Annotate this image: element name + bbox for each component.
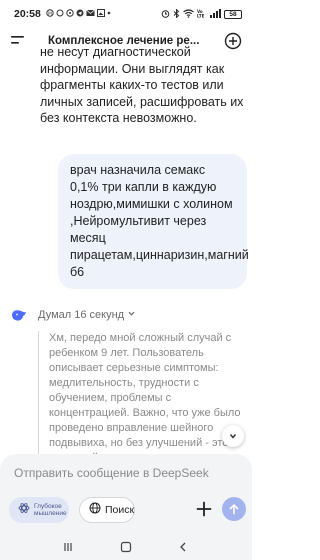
svg-text:M: M: [48, 11, 52, 17]
thinking-duration: Думал 16 секунд: [38, 309, 125, 321]
mail-icon: [86, 9, 95, 19]
arrow-up-icon: [229, 504, 239, 515]
chevron-down-icon: [229, 434, 237, 439]
thinking-label[interactable]: Думал 16 секунд: [38, 309, 136, 321]
search-toggle[interactable]: Поиск: [79, 497, 135, 523]
status-bar: 20:58 M Vo LTE 58: [0, 0, 252, 28]
send-button[interactable]: [222, 497, 246, 521]
signal-icon: [210, 8, 221, 20]
deep-think-label: Глубокое мышление: [34, 502, 67, 518]
telegram-icon: [76, 9, 84, 19]
deep-think-toggle[interactable]: Глубокое мышление: [9, 497, 69, 523]
back-button[interactable]: [175, 539, 191, 555]
home-button[interactable]: [118, 539, 134, 555]
system-nav-bar: [0, 534, 252, 560]
home-icon: [120, 541, 132, 553]
whatsapp-icon: [66, 9, 74, 19]
message-input[interactable]: Отправить сообщение в DeepSeek: [14, 466, 209, 480]
status-time: 20:58: [14, 8, 41, 20]
back-icon: [180, 542, 186, 552]
network-icon: M: [46, 9, 54, 19]
user-message-text: врач назначила семакс 0,1% три капли в к…: [70, 163, 249, 279]
system-status: Vo LTE 58: [161, 7, 242, 20]
user-message-bubble[interactable]: врач назначила семакс 0,1% три капли в к…: [58, 154, 249, 289]
thinking-content: Хм, передо мной сложный случай с ребенко…: [38, 331, 246, 454]
recents-icon: [64, 543, 72, 551]
recents-button[interactable]: [61, 539, 77, 555]
volte-icon: Vo LTE: [197, 9, 207, 20]
ai-message-text: не несут диагностической информации. Они…: [40, 45, 244, 125]
chevron-down-icon: [127, 309, 136, 321]
wifi-icon: [183, 8, 194, 20]
deepseek-whale-icon: [10, 306, 28, 324]
chat-content[interactable]: не несут диагностической информации. Они…: [0, 44, 252, 454]
battery-indicator: 58: [224, 9, 242, 19]
thinking-header[interactable]: Думал 16 секунд: [10, 306, 136, 324]
attach-button[interactable]: [193, 498, 215, 520]
notification-icons: M: [46, 9, 111, 19]
deep-think-icon: [18, 501, 30, 519]
gallery-icon: [96, 9, 105, 19]
scroll-down-button[interactable]: [222, 425, 244, 447]
alarm-icon: [161, 9, 170, 20]
globe-icon: [89, 501, 101, 519]
plus-icon: [196, 501, 212, 517]
search-label: Поиск: [105, 504, 135, 516]
bluetooth-icon: [173, 7, 180, 20]
sync-icon: [56, 9, 64, 19]
message-composer: Отправить сообщение в DeepSeek Глубокое …: [0, 454, 252, 534]
dot-icon: [107, 9, 111, 19]
svg-text:LTE: LTE: [197, 13, 205, 18]
battery-level: 58: [229, 10, 237, 18]
